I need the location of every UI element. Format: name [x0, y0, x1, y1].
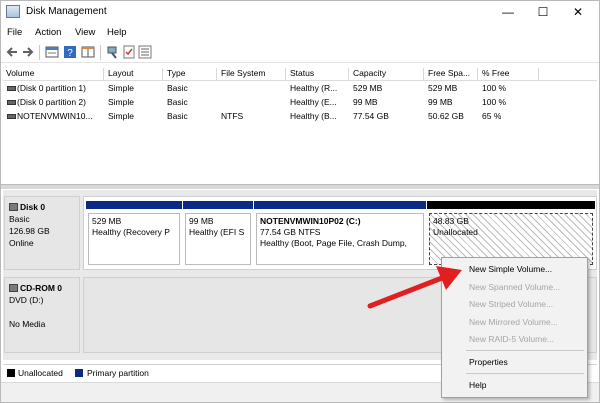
maximize-button[interactable]: ☐: [532, 3, 554, 21]
menu-action[interactable]: Action: [35, 27, 61, 38]
volume-free-space: 50.62 GB: [428, 111, 464, 121]
volume-list-header: Volume Layout Type File System Status Ca…: [3, 67, 597, 81]
partition-status: Healthy (Boot, Page File, Crash Dump,: [260, 238, 407, 248]
menu-separator: [466, 350, 584, 351]
menu-file[interactable]: File: [7, 27, 22, 38]
menu-separator: [466, 373, 584, 374]
svg-text:?: ?: [67, 48, 73, 59]
toolbar-separator: [100, 45, 101, 60]
menu-help[interactable]: Help: [107, 27, 127, 38]
disk-management-app-icon: [6, 5, 20, 18]
cdrom-icon: [9, 284, 18, 292]
partition-title: NOTENVMWIN10P02 (C:): [260, 216, 361, 226]
window-title: Disk Management: [26, 6, 107, 17]
partition-efi[interactable]: 99 MB Healthy (EFI S: [183, 201, 253, 267]
menu-item-help[interactable]: Help: [469, 380, 486, 390]
list-icon[interactable]: [138, 45, 152, 59]
disk-icon: [9, 203, 18, 211]
back-icon[interactable]: [5, 45, 19, 59]
disk-size: 126.98 GB: [9, 226, 50, 236]
cdrom-name: CD-ROM 0: [20, 283, 63, 293]
volume-type: Basic: [167, 97, 188, 107]
volume-percent-free: 100 %: [482, 83, 507, 93]
menu-item-new-simple-volume[interactable]: New Simple Volume...: [469, 264, 552, 274]
volume-status: Healthy (R...: [290, 83, 338, 93]
volume-row[interactable]: (Disk 0 partition 1) Simple Basic Health…: [3, 82, 597, 96]
volume-layout: Simple: [108, 83, 134, 93]
help-icon[interactable]: ?: [63, 45, 77, 59]
menu-item-new-striped-volume[interactable]: New Striped Volume...: [469, 299, 553, 309]
partition-bar: [86, 201, 182, 209]
column-header-percent-free[interactable]: % Free: [479, 68, 539, 81]
partition-status: Unallocated: [433, 227, 478, 237]
properties-icon[interactable]: [45, 45, 59, 59]
volume-percent-free: 65 %: [482, 111, 502, 121]
title-bar: Disk Management — ☐ ✕: [1, 1, 599, 23]
volume-file-system: NTFS: [221, 111, 244, 121]
menu-view[interactable]: View: [75, 27, 95, 38]
partition-bar: [427, 201, 595, 209]
menu-item-properties[interactable]: Properties: [469, 357, 508, 367]
disk-0-label[interactable]: Disk 0 Basic 126.98 GB Online: [4, 196, 80, 270]
volume-status: Healthy (E...: [290, 97, 337, 107]
disk-state: Online: [9, 238, 34, 248]
partition-status: Healthy (Recovery P: [92, 227, 170, 237]
column-header-type[interactable]: Type: [164, 68, 217, 81]
partition-c-drive[interactable]: NOTENVMWIN10P02 (C:) 77.54 GB NTFS Healt…: [254, 201, 426, 267]
volume-free-space: 529 MB: [428, 83, 458, 93]
disk-name: Disk 0: [20, 202, 46, 212]
column-header-free-space[interactable]: Free Spa...: [425, 68, 478, 81]
disk-type: Basic: [9, 214, 30, 224]
check-icon[interactable]: [122, 45, 136, 59]
partition-size: 529 MB: [92, 216, 122, 226]
column-header-volume[interactable]: Volume: [3, 68, 104, 81]
volume-percent-free: 100 %: [482, 97, 507, 107]
volume-row[interactable]: (Disk 0 partition 2) Simple Basic Health…: [3, 96, 597, 110]
volume-type: Basic: [167, 111, 188, 121]
toolbar: ?: [1, 42, 599, 63]
volume-name: NOTENVMWIN10...: [17, 111, 93, 121]
menu-item-new-raid5-volume[interactable]: New RAID-5 Volume...: [469, 334, 554, 344]
legend-label-primary: Primary partition: [87, 368, 149, 378]
partition-size: 77.54 GB NTFS: [260, 227, 321, 237]
volume-row[interactable]: NOTENVMWIN10... Simple Basic NTFS Health…: [3, 110, 597, 124]
close-button[interactable]: ✕: [567, 3, 589, 21]
volume-name: (Disk 0 partition 2): [17, 97, 86, 107]
toolbar-separator: [39, 45, 40, 60]
partition-size: 48.83 GB: [433, 216, 469, 226]
cdrom-0-label[interactable]: CD-ROM 0 DVD (D:) No Media: [4, 277, 80, 353]
menu-item-new-mirrored-volume[interactable]: New Mirrored Volume...: [469, 317, 558, 327]
legend-swatch-unallocated: [7, 369, 15, 377]
volume-capacity: 77.54 GB: [353, 111, 389, 121]
connect-icon[interactable]: [106, 45, 120, 59]
legend-label-unallocated: Unallocated: [18, 368, 63, 378]
menu-item-new-spanned-volume[interactable]: New Spanned Volume...: [469, 282, 560, 292]
pane-splitter[interactable]: [1, 184, 599, 189]
volume-layout: Simple: [108, 111, 134, 121]
cdrom-media: No Media: [9, 319, 46, 329]
legend-swatch-primary: [75, 369, 83, 377]
volume-type: Basic: [167, 83, 188, 93]
column-header-capacity[interactable]: Capacity: [350, 68, 424, 81]
partition-size: 99 MB: [189, 216, 214, 226]
partition-bar: [183, 201, 253, 209]
volume-layout: Simple: [108, 97, 134, 107]
volume-capacity: 99 MB: [353, 97, 378, 107]
partition-recovery[interactable]: 529 MB Healthy (Recovery P: [86, 201, 182, 267]
column-header-status[interactable]: Status: [287, 68, 349, 81]
column-header-layout[interactable]: Layout: [105, 68, 163, 81]
volume-name: (Disk 0 partition 1): [17, 83, 86, 93]
partition-status: Healthy (EFI S: [189, 227, 245, 237]
volume-status: Healthy (B...: [290, 111, 337, 121]
partition-bar: [254, 201, 426, 209]
minimize-button[interactable]: —: [497, 3, 519, 21]
forward-icon[interactable]: [21, 45, 35, 59]
column-header-file-system[interactable]: File System: [218, 68, 286, 81]
tile-icon[interactable]: [81, 45, 95, 59]
volume-capacity: 529 MB: [353, 83, 383, 93]
context-menu: New Simple Volume... New Spanned Volume.…: [441, 257, 588, 398]
cdrom-drive: DVD (D:): [9, 295, 44, 305]
disk-management-window: Disk Management — ☐ ✕ File Action View H…: [0, 0, 600, 403]
volume-free-space: 99 MB: [428, 97, 453, 107]
